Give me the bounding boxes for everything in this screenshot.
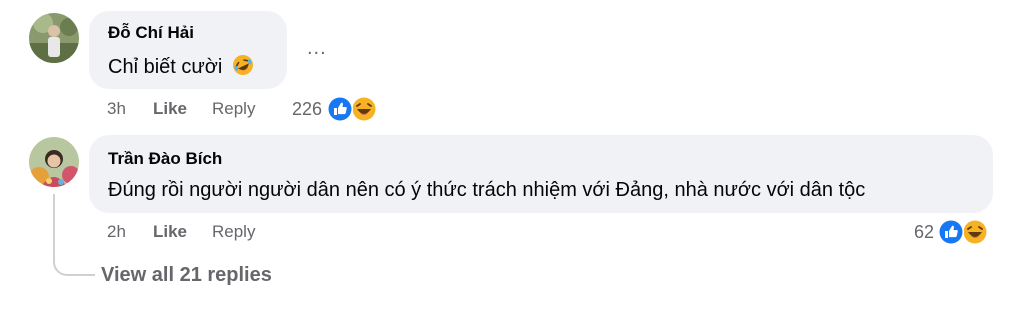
like-button[interactable]: Like bbox=[153, 222, 187, 242]
comment-bubble: Đỗ Chí Hải Chỉ biết cười bbox=[89, 11, 287, 89]
like-reaction-icon bbox=[327, 96, 353, 122]
like-button[interactable]: Like bbox=[153, 99, 187, 119]
more-options-button[interactable]: ... bbox=[307, 38, 327, 58]
comment-text: Chỉ biết cười bbox=[108, 54, 254, 82]
avatar[interactable] bbox=[29, 137, 79, 187]
rolling-on-floor-laughing-emoji-icon bbox=[232, 54, 254, 82]
thread-connector-line bbox=[53, 194, 95, 276]
haha-reaction-icon bbox=[962, 219, 988, 245]
comment-bubble: Trần Đào Bích Đúng rồi người người dân n… bbox=[89, 135, 993, 213]
avatar-photo-icon bbox=[29, 13, 79, 63]
reaction-summary[interactable] bbox=[935, 217, 991, 247]
reaction-count[interactable]: 226 bbox=[284, 99, 322, 119]
reaction-summary[interactable] bbox=[324, 94, 380, 124]
comment-timestamp[interactable]: 3h bbox=[107, 99, 126, 119]
reply-button[interactable]: Reply bbox=[212, 222, 255, 242]
view-all-replies-link[interactable]: View all 21 replies bbox=[101, 263, 272, 287]
comment-text: Đúng rồi người người dân nên có ý thức t… bbox=[108, 179, 866, 201]
comment-thread: Đỗ Chí Hải Chỉ biết cười ... 3h Like Rep… bbox=[0, 0, 1023, 312]
comment-author[interactable]: Trần Đào Bích bbox=[108, 149, 222, 169]
comment-author[interactable]: Đỗ Chí Hải bbox=[108, 23, 194, 43]
reaction-count[interactable]: 62 bbox=[896, 222, 934, 242]
like-reaction-icon bbox=[938, 219, 964, 245]
comment-text-body: Chỉ biết cười bbox=[108, 56, 223, 78]
avatar-photo-icon bbox=[29, 137, 79, 187]
haha-reaction-icon bbox=[351, 96, 377, 122]
comment-timestamp[interactable]: 2h bbox=[107, 222, 126, 242]
avatar[interactable] bbox=[29, 13, 79, 63]
reply-button[interactable]: Reply bbox=[212, 99, 255, 119]
